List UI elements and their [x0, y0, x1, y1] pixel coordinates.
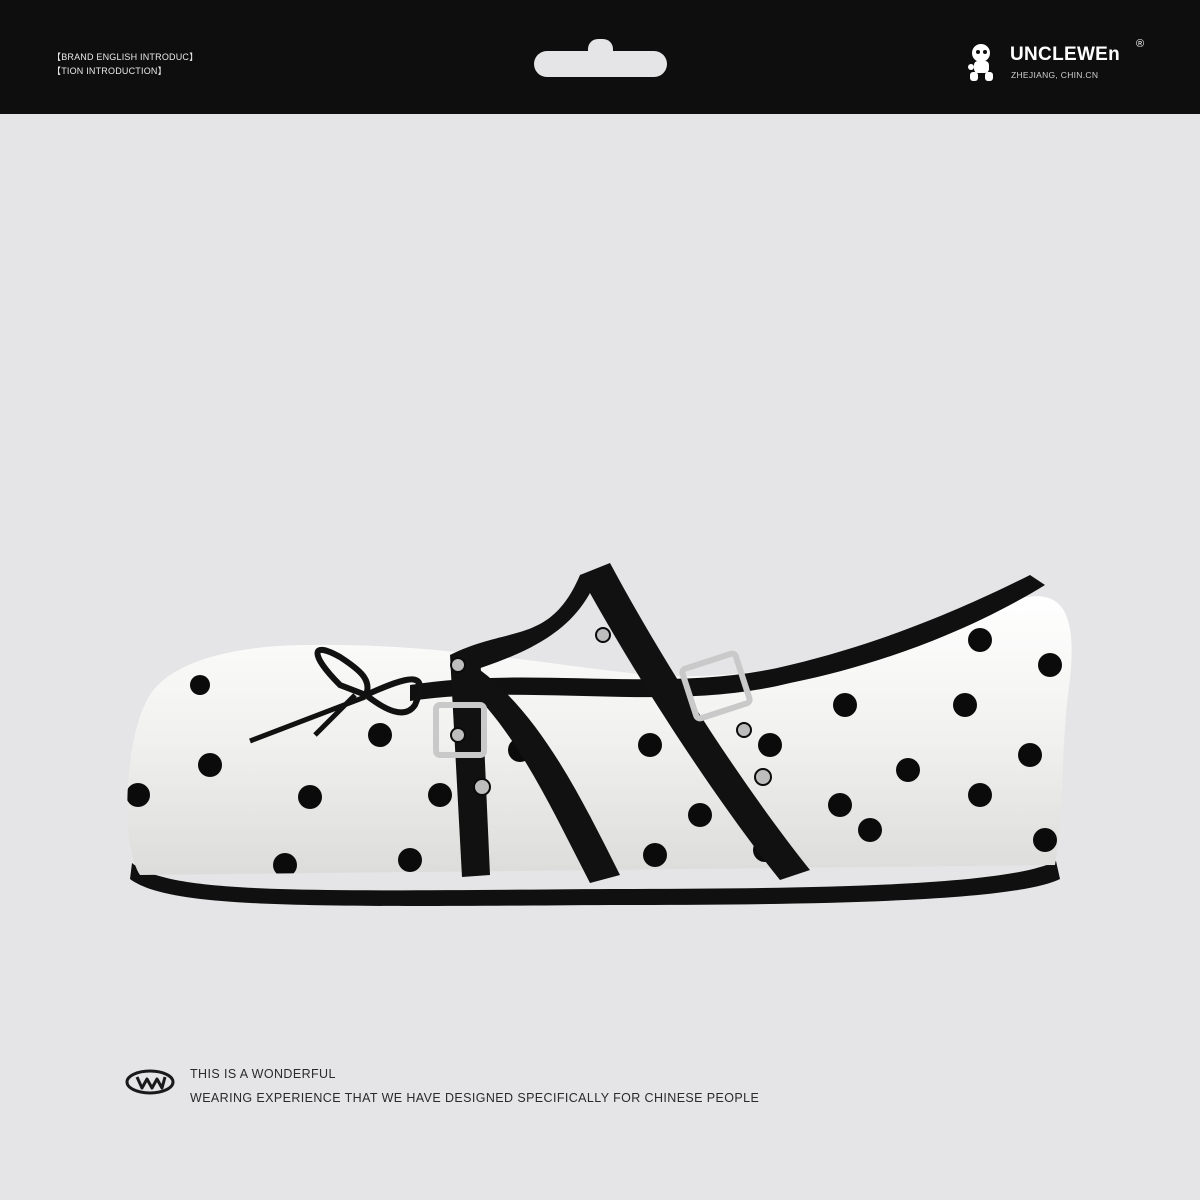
w-circle-logo-icon: [125, 1069, 175, 1095]
hang-tab-slot: [534, 39, 667, 77]
brand-location: ZHEJIANG, CHIN.CN: [1011, 70, 1099, 80]
registered-mark: ®: [1136, 38, 1145, 50]
tagline-line-2: WEARING EXPERIENCE THAT WE HAVE DESIGNED…: [190, 1091, 760, 1105]
intro-line-1: 【BRAND ENGLISH INTRODUC】: [52, 52, 199, 62]
brand-mascot-logo: [968, 44, 993, 81]
polka-dot-shoe-image: [127, 563, 1072, 906]
brand-introduction: 【BRAND ENGLISH INTRODUC】 【TION INTRODUCT…: [52, 50, 198, 78]
intro-line-2: 【TION INTRODUCTION】: [52, 66, 167, 76]
tagline-text: THIS IS A WONDERFUL WEARING EXPERIENCE T…: [190, 1062, 759, 1110]
top-banner: 【BRAND ENGLISH INTRODUC】 【TION INTRODUCT…: [0, 0, 1200, 114]
brand-name: UNCLEWEn: [1010, 44, 1121, 65]
tagline-line-1: THIS IS A WONDERFUL: [190, 1067, 336, 1081]
